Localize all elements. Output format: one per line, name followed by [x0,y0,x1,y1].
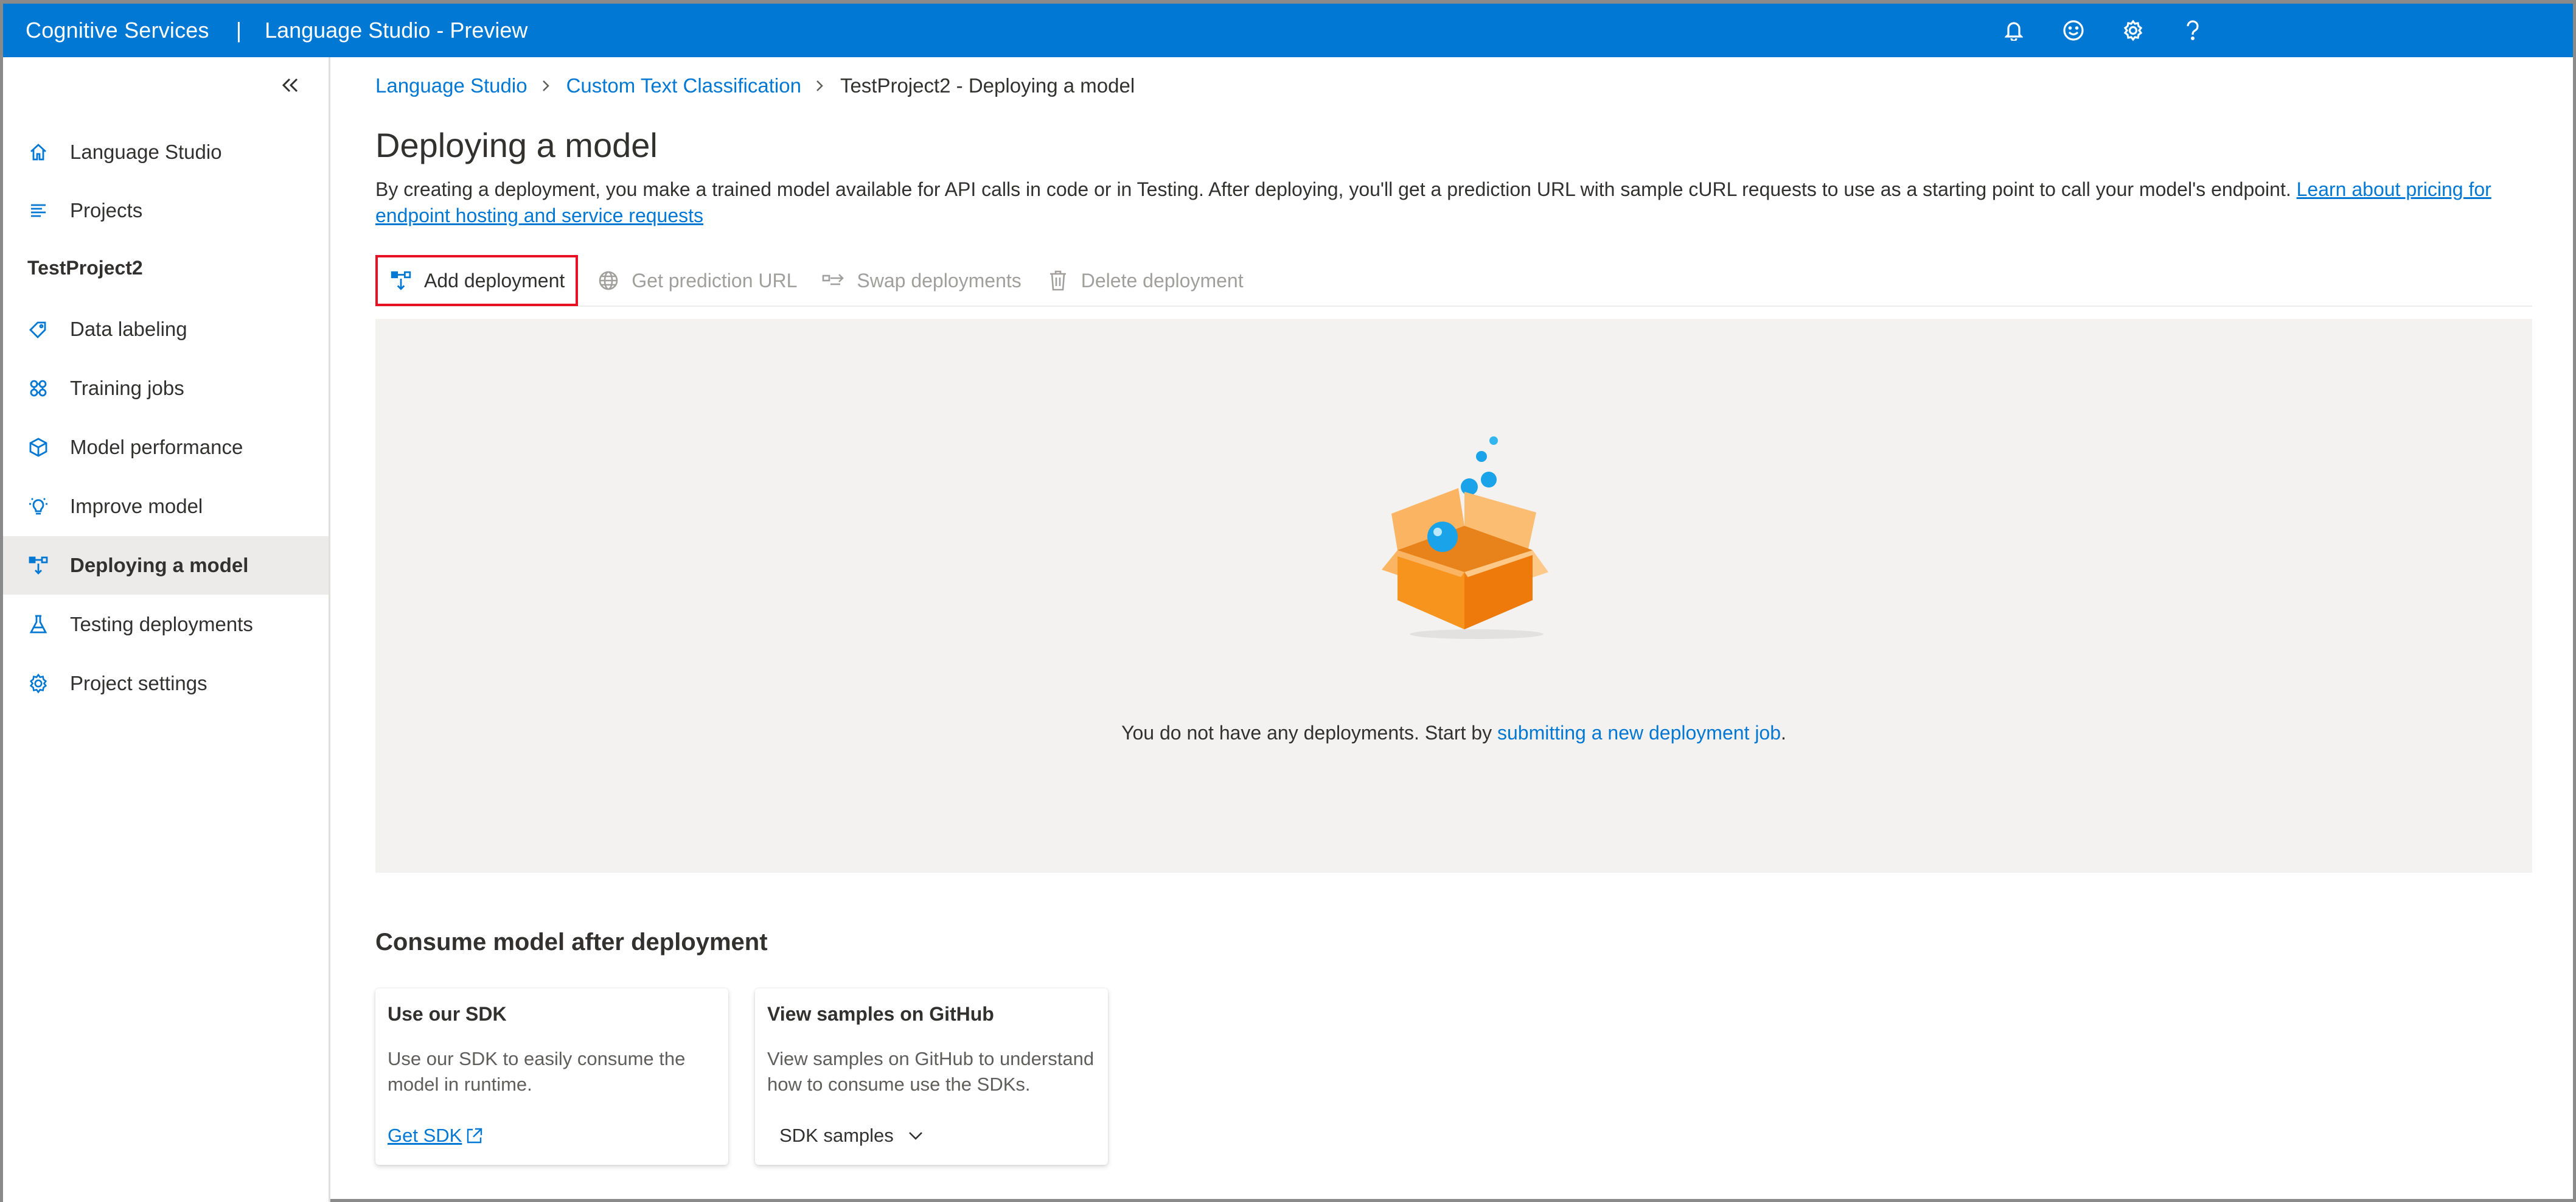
trash-icon [1046,268,1070,293]
flask-icon [27,613,49,635]
get-prediction-url-button[interactable]: Get prediction URL [584,255,809,306]
deployment-toolbar: Add deployment Get prediction URL Swap d… [375,255,2532,307]
breadcrumb: Language Studio Custom Text Classificati… [375,74,1135,97]
page-title: Deploying a model [375,126,658,164]
add-deployment-button[interactable]: Add deployment [375,255,579,306]
external-link-icon [467,1128,482,1144]
deploy-icon [27,554,49,576]
swap-deployments-label: Swap deployments [857,269,1022,292]
chevron-down-icon [908,1132,922,1140]
add-deployment-label: Add deployment [424,269,565,292]
sdk-samples-dropdown[interactable]: SDK samples [779,1125,924,1147]
github-samples-card: View samples on GitHub View samples on G… [755,988,1108,1165]
collapse-sidebar-button[interactable] [278,73,302,97]
gear-icon [27,673,49,694]
card-title: View samples on GitHub [767,1003,994,1025]
main-content: Language Studio Custom Text Classificati… [330,57,2575,1202]
sidebar-item-language-studio[interactable]: Language Studio [3,123,329,181]
sidebar-item-data-labeling[interactable]: Data labeling [3,300,329,358]
empty-state-suffix: . [1781,722,1786,744]
gear-icon[interactable] [2121,18,2145,43]
card-description: Use our SDK to easily consume the model … [388,1048,686,1095]
sdk-card: Use our SDK Use our SDK to easily consum… [375,988,728,1165]
sidebar-item-label: Data labeling [70,318,187,340]
delete-deployment-button[interactable]: Delete deployment [1034,255,1256,306]
sidebar-item-project-settings[interactable]: Project settings [3,654,329,713]
swap-icon [821,268,846,293]
header-actions [2002,4,2205,57]
sdk-samples-label: SDK samples [779,1125,894,1146]
deploy-icon [389,268,413,293]
cube-icon [27,436,49,458]
consume-section-title: Consume model after deployment [375,929,768,956]
sidebar-item-label: Project settings [70,672,207,694]
get-sdk-link[interactable]: Get SDK [388,1125,484,1147]
breadcrumb-custom-text-classification[interactable]: Custom Text Classification [566,74,801,97]
swap-deployments-button[interactable]: Swap deployments [809,255,1033,306]
app-window: Cognitive Services | Language Studio - P… [0,0,2576,1202]
empty-state-text: You do not have any deployments. Start b… [1121,722,1497,744]
sidebar-item-label: Language Studio [70,141,222,163]
empty-deployments-panel: You do not have any deployments. Start b… [375,319,2532,873]
sidebar-item-improve-model[interactable]: Improve model [3,477,329,536]
description-text: By creating a deployment, you make a tra… [375,178,2291,200]
get-sdk-label: Get SDK [388,1125,462,1146]
header-separator: | [235,18,242,43]
card-title: Use our SDK [388,1003,507,1025]
page-description: By creating a deployment, you make a tra… [375,176,2541,229]
brand-link[interactable]: Cognitive Services [26,18,209,43]
help-icon[interactable] [2181,18,2205,43]
submit-deployment-job-link[interactable]: submitting a new deployment job [1497,722,1781,744]
sidebar-item-label: Improve model [70,495,203,517]
list-icon [27,200,49,222]
sidebar-item-label: Training jobs [70,377,184,399]
sidebar-item-testing-deployments[interactable]: Testing deployments [3,595,329,654]
smiley-icon[interactable] [2061,18,2086,43]
sidebar-item-label: Testing deployments [70,613,253,635]
sidebar: Language Studio Projects TestProject2 Da… [3,57,330,1202]
product-title[interactable]: Language Studio - Preview [265,18,527,43]
sidebar-item-label: Model performance [70,436,243,458]
globe-icon [596,268,621,293]
sidebar-item-projects[interactable]: Projects [3,181,329,240]
lightbulb-icon [27,495,49,517]
card-description: View samples on GitHub to understand how… [767,1048,1095,1095]
sidebar-item-model-performance[interactable]: Model performance [3,418,329,477]
empty-box-illustration [1382,436,1548,639]
top-bar: Cognitive Services | Language Studio - P… [3,4,2573,57]
sidebar-item-training-jobs[interactable]: Training jobs [3,359,329,418]
home-icon [27,141,49,163]
sidebar-item-label: Deploying a model [70,554,249,576]
chevron-right-icon [815,77,827,95]
get-prediction-url-label: Get prediction URL [632,269,798,292]
empty-state-message: You do not have any deployments. Start b… [375,722,2532,744]
breadcrumb-language-studio[interactable]: Language Studio [375,74,527,97]
project-name: TestProject2 [27,257,143,279]
tag-icon [27,318,49,340]
bell-icon[interactable] [2002,18,2026,43]
breadcrumb-current: TestProject2 - Deploying a model [840,74,1135,97]
sidebar-item-label: Projects [70,199,143,222]
delete-deployment-label: Delete deployment [1081,269,1244,292]
brain-icon [27,377,49,399]
sidebar-item-deploying-a-model[interactable]: Deploying a model [3,536,329,595]
chevron-right-icon [541,77,553,95]
